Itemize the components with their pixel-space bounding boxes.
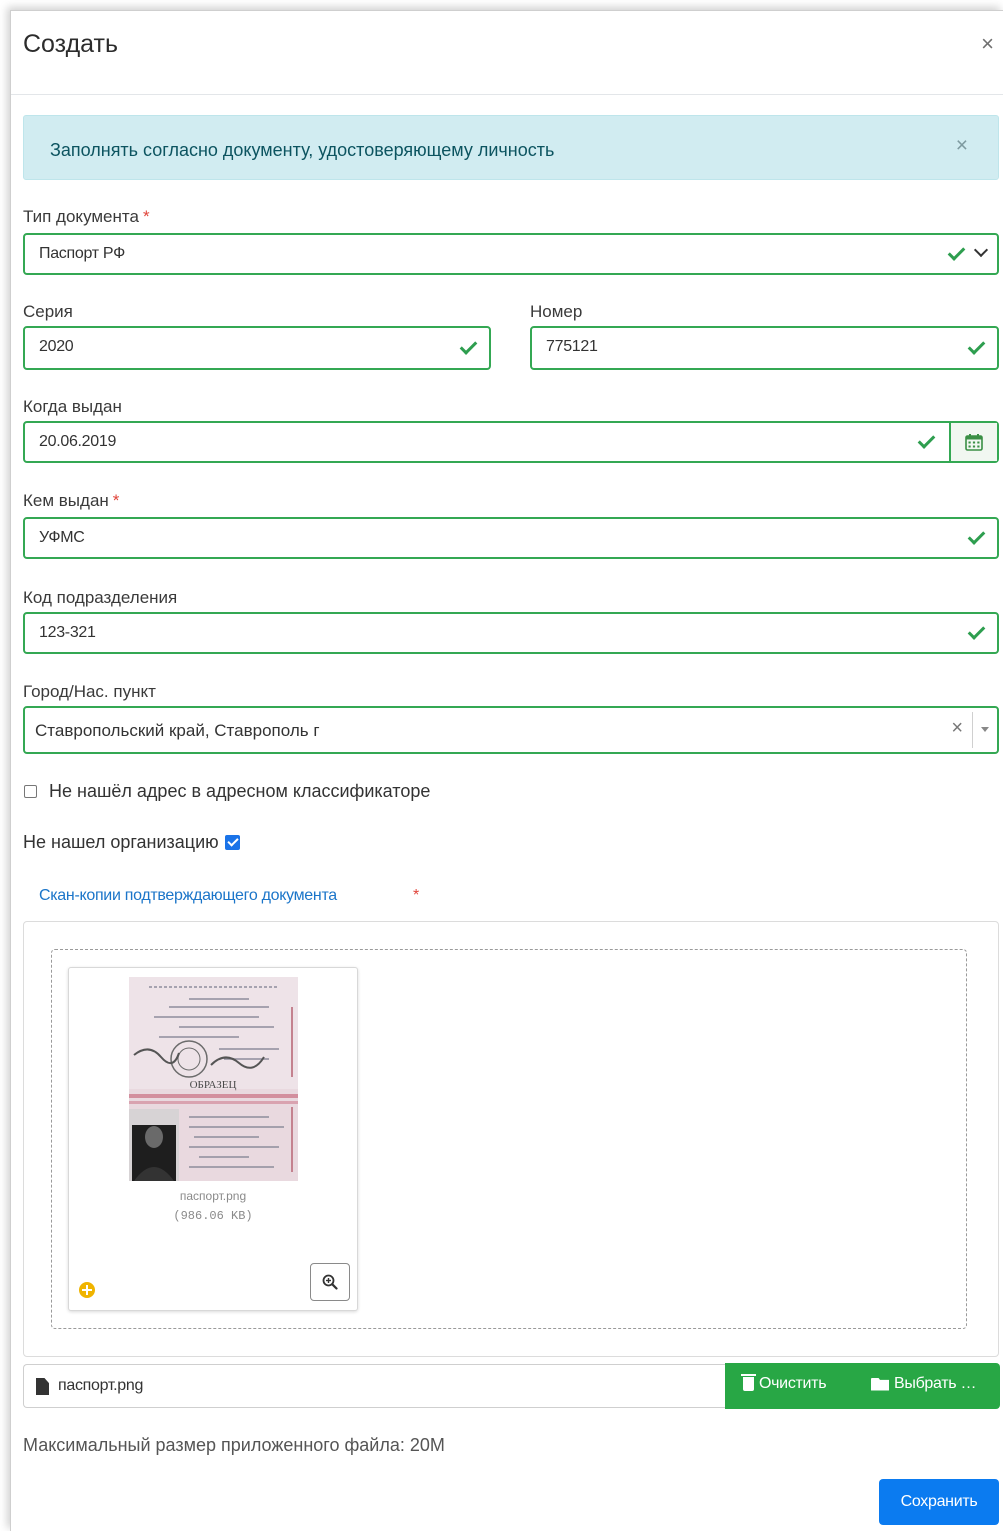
preview-file-size: (986.06 KB)	[173, 1209, 253, 1223]
save-button[interactable]: Сохранить	[879, 1479, 999, 1525]
zoom-button[interactable]	[310, 1263, 350, 1301]
info-alert: Заполнять согласно документу, удостоверя…	[23, 115, 999, 180]
passport-scan-image: ОБРАЗЕЦ	[129, 977, 298, 1181]
division-code-value: 123-321	[39, 624, 96, 641]
series-input[interactable]: 2020	[23, 326, 491, 370]
number-input[interactable]: 775121	[530, 326, 999, 370]
address-not-found-label: Не нашёл адрес в адресном классификаторе	[49, 781, 431, 801]
issued-by-label-text: Кем выдан	[23, 491, 109, 510]
required-mark: *	[413, 887, 420, 904]
select-divider	[972, 712, 973, 748]
alert-text: Заполнять согласно документу, удостоверя…	[50, 140, 555, 160]
issued-by-input[interactable]: УФМС	[23, 517, 999, 559]
org-not-found-row[interactable]: Не нашел организацию	[23, 832, 240, 853]
file-dropzone[interactable]: ОБРАЗЕЦ паспорт.png (986.06 KB)	[51, 949, 967, 1329]
plus-circle-icon[interactable]	[79, 1282, 95, 1298]
valid-check-icon	[967, 338, 985, 356]
valid-check-icon	[947, 244, 965, 262]
upload-panel: ОБРАЗЕЦ паспорт.png (986.06 KB)	[23, 921, 999, 1357]
series-label: Серия	[23, 302, 73, 321]
file-preview-card: ОБРАЗЕЦ паспорт.png (986.06 KB)	[68, 967, 358, 1311]
city-label: Город/Нас. пункт	[23, 682, 156, 701]
caption-file-name: паспорт.png	[58, 1377, 144, 1394]
issued-by-value: УФМС	[39, 529, 85, 546]
max-file-size-text: Максимальный размер приложенного файла: …	[23, 1435, 445, 1455]
clear-button-label: Очистить	[759, 1375, 827, 1392]
required-mark: *	[142, 207, 150, 226]
city-select[interactable]: Ставропольский край, Ставрополь г ×	[23, 706, 999, 754]
issued-date-value: 20.06.2019	[39, 433, 117, 450]
chevron-down-icon[interactable]	[974, 245, 988, 259]
calendar-button[interactable]	[949, 423, 997, 461]
required-mark: *	[112, 491, 120, 510]
issued-date-input[interactable]: 20.06.2019	[23, 421, 999, 463]
org-not-found-checkbox[interactable]	[224, 835, 240, 850]
address-not-found-row[interactable]: Не нашёл адрес в адресном классификаторе	[24, 781, 430, 802]
division-code-label: Код подразделения	[23, 588, 178, 607]
doc-type-value: Паспорт РФ	[39, 245, 125, 262]
doc-type-label-text: Тип документа	[23, 207, 139, 226]
trash-icon	[741, 1374, 756, 1391]
doc-type-label: Тип документа *	[23, 207, 150, 227]
modal-title: Создать	[23, 30, 119, 58]
city-value: Ставропольский край, Ставрополь г	[35, 721, 320, 740]
clear-button[interactable]: Очистить	[741, 1374, 827, 1393]
org-not-found-label: Не нашел организацию	[23, 832, 219, 852]
scan-watermark-text: ОБРАЗЕЦ	[190, 1079, 237, 1091]
zoom-in-icon	[322, 1274, 338, 1290]
preview-file-name: паспорт.png	[179, 1189, 247, 1203]
valid-check-icon	[967, 623, 985, 641]
dropdown-arrow-icon[interactable]	[981, 727, 989, 732]
browse-button-label: Выбрать …	[894, 1375, 977, 1392]
clear-icon[interactable]: ×	[951, 718, 963, 738]
close-icon[interactable]: ×	[981, 33, 994, 55]
scan-copies-label: Скан-копии подтверждающего документа	[39, 887, 337, 904]
number-label: Номер	[530, 302, 583, 321]
doc-type-select[interactable]: Паспорт РФ	[23, 233, 999, 275]
valid-check-icon	[917, 432, 935, 450]
alert-close-icon[interactable]: ×	[956, 135, 968, 156]
create-modal: Создать × Заполнять согласно документу, …	[10, 10, 1003, 1531]
valid-check-icon	[459, 338, 477, 356]
file-buttons: Очистить Выбрать …	[725, 1363, 1000, 1409]
calendar-icon	[965, 434, 983, 451]
folder-open-icon	[871, 1377, 889, 1391]
address-not-found-checkbox[interactable]	[24, 785, 37, 798]
division-code-input[interactable]: 123-321	[23, 612, 999, 654]
series-value: 2020	[39, 338, 74, 355]
modal-header: Создать ×	[11, 11, 1003, 95]
file-icon	[36, 1378, 49, 1395]
file-caption[interactable]: паспорт.png	[23, 1364, 727, 1408]
valid-check-icon	[967, 528, 985, 546]
browse-button[interactable]: Выбрать …	[871, 1375, 977, 1393]
issued-date-label: Когда выдан	[23, 397, 122, 416]
issued-by-label: Кем выдан *	[23, 491, 119, 511]
number-value: 775121	[546, 338, 598, 355]
file-input-group: паспорт.png Очистить Выбрать …	[23, 1363, 1000, 1409]
